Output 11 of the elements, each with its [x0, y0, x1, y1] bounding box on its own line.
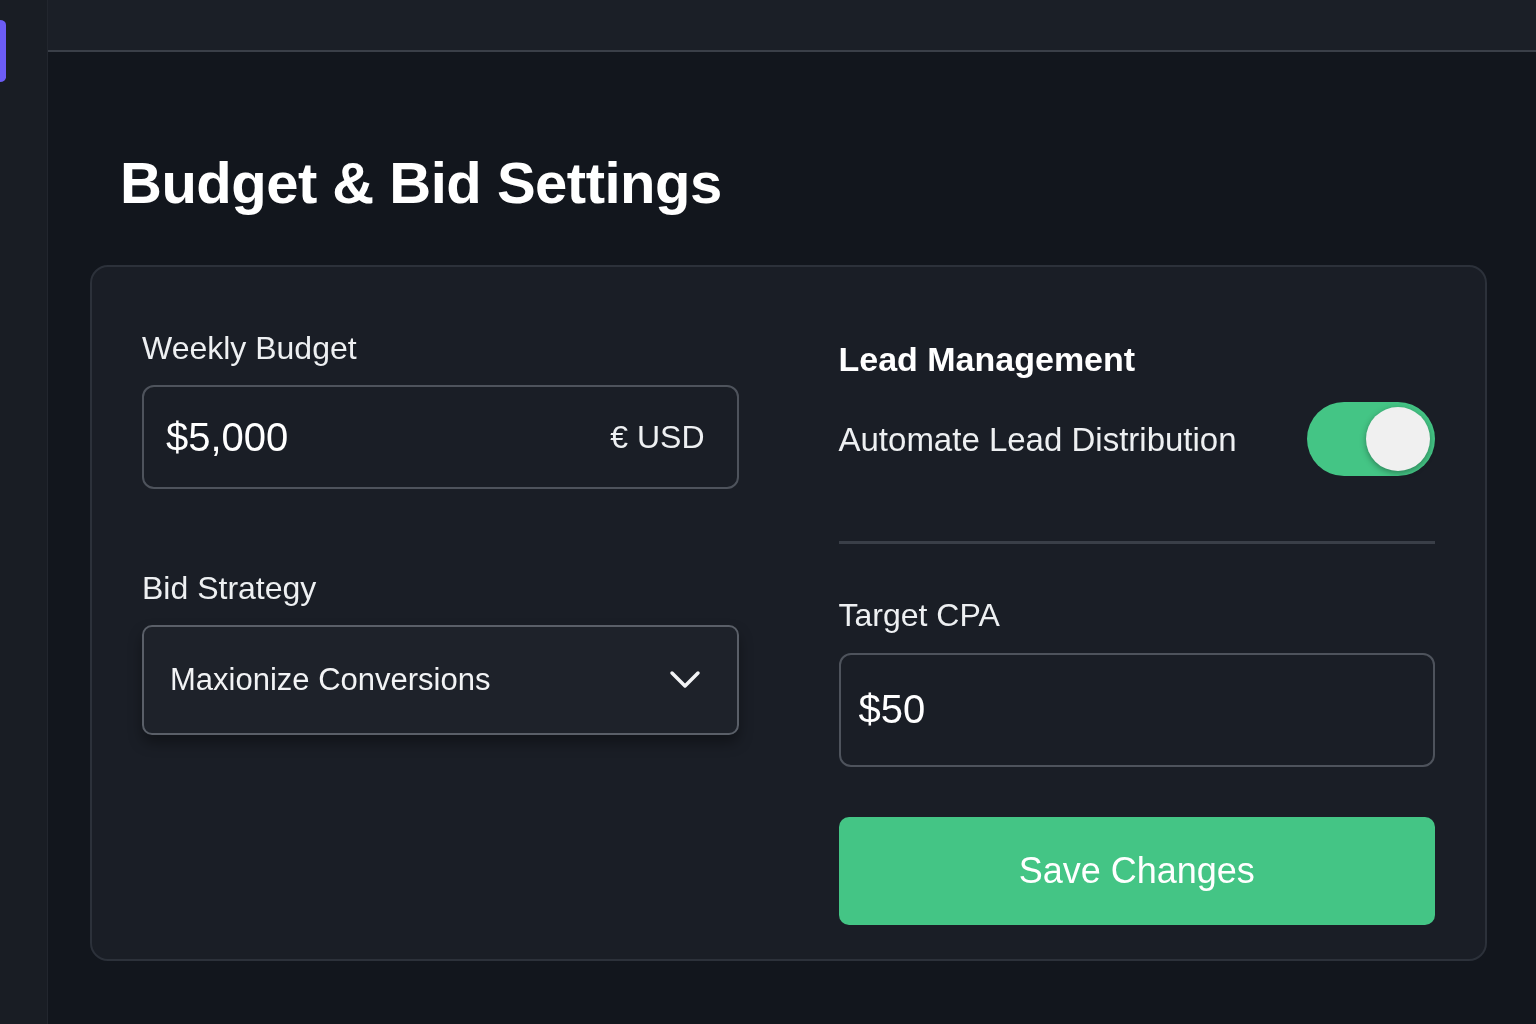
target-cpa-input[interactable]: $50 [838, 652, 1435, 767]
field-label: Weekly Budget [142, 328, 357, 368]
chevron-down-icon [668, 670, 701, 691]
field-label: Target CPA [838, 596, 1000, 635]
page-title: Budget & Bid Settings [120, 150, 722, 217]
toggle-label: Automate Lead Distribution [838, 419, 1237, 460]
section-heading: Lead Management [838, 338, 1136, 380]
avatar-icon[interactable] [0, 20, 6, 82]
currency-label: € USD [610, 417, 705, 457]
bid-strategy-select[interactable]: Maxionize Conversions [142, 625, 739, 736]
field-label: Bid Strategy [142, 569, 317, 608]
